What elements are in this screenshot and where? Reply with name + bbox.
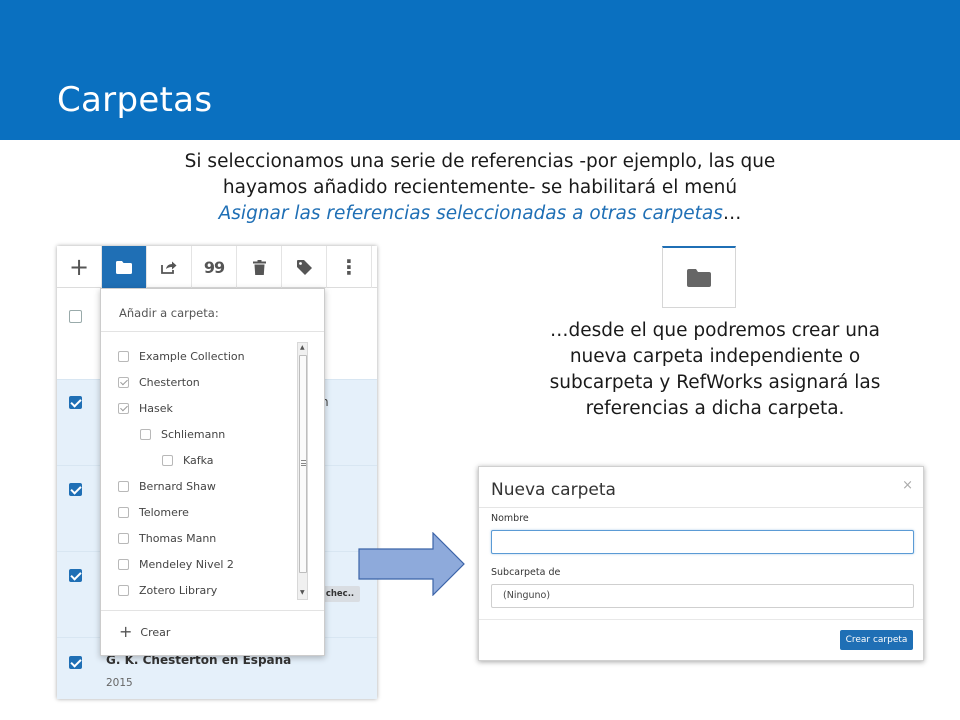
plus-icon: +	[119, 622, 133, 641]
folder-icon	[116, 260, 132, 274]
intro-text: Si seleccionamos una serie de referencia…	[80, 149, 880, 227]
trash-icon	[252, 259, 266, 275]
slide-header: Carpetas	[0, 0, 960, 140]
assign-folder-button[interactable]	[102, 246, 147, 288]
folder-label: Hasek	[139, 401, 173, 415]
folder-label: Example Collection	[139, 349, 245, 363]
row-checkbox[interactable]	[69, 656, 82, 669]
create-folder-label: Crear	[140, 625, 171, 639]
folder-checkbox[interactable]	[140, 428, 151, 440]
folder-button-callout[interactable]	[662, 246, 736, 308]
folder-label: Zotero Library	[139, 583, 218, 597]
menu-name-highlight: Asignar las referencias seleccionadas a …	[218, 203, 723, 224]
scroll-down-arrow-icon[interactable]: ▼	[300, 589, 305, 597]
folder-label: Bernard Shaw	[139, 479, 216, 493]
row-checkbox[interactable]	[69, 483, 82, 496]
create-folder-button[interactable]: + Crear	[119, 622, 171, 641]
intro-line-3: Asignar las referencias seleccionadas a …	[80, 201, 880, 227]
parent-folder-label: Subcarpeta de	[491, 567, 561, 578]
folder-item-mendeley-nivel-2[interactable]: Mendeley Nivel 2	[118, 556, 234, 572]
delete-button[interactable]	[237, 246, 282, 288]
intro-ellipsis: …	[722, 203, 742, 224]
folder-item-schliemann[interactable]: Schliemann	[140, 426, 225, 442]
intro-line-1: Si seleccionamos una serie de referencia…	[184, 151, 776, 172]
scrollbar-thumb[interactable]	[299, 355, 307, 573]
folder-item-example-collection[interactable]: Example Collection	[118, 348, 245, 364]
close-icon[interactable]: ×	[902, 478, 913, 493]
folder-checkbox[interactable]	[162, 454, 173, 466]
folder-list-scrollbar[interactable]: ▲ ▼	[297, 342, 308, 600]
scrollbar-grip-icon	[301, 460, 306, 466]
more-icon: ⋮	[339, 255, 359, 279]
menu-divider	[101, 610, 324, 611]
folder-label: Telomere	[139, 505, 189, 519]
folder-checkbox[interactable]	[118, 532, 129, 544]
reference-list-screenshot: + 99 ⋮ n chec.. G. K. Ches	[57, 246, 377, 699]
folder-checkbox[interactable]	[118, 584, 129, 596]
explanation-line-2: nueva carpeta independiente o	[569, 346, 861, 367]
add-reference-button[interactable]: +	[57, 246, 102, 288]
explanation-line-4: referencias a dicha carpeta.	[585, 398, 845, 419]
cite-button[interactable]: 99	[192, 246, 237, 288]
intro-line-2: hayamos añadido recientemente- se habili…	[222, 177, 738, 198]
row-checkbox[interactable]	[69, 396, 82, 409]
folder-item-chesterton[interactable]: Chesterton	[118, 374, 200, 390]
folder-checkbox[interactable]	[118, 480, 129, 492]
explanation-text: …desde el que podremos crear una nueva c…	[505, 318, 925, 422]
add-icon: +	[68, 253, 90, 281]
tag-button[interactable]	[282, 246, 327, 288]
folder-item-telomere[interactable]: Telomere	[118, 504, 189, 520]
share-icon	[161, 261, 177, 274]
share-button[interactable]	[147, 246, 192, 288]
folder-name-input[interactable]	[491, 530, 914, 554]
parent-folder-select[interactable]: (Ninguno)	[491, 584, 914, 608]
menu-divider	[101, 331, 324, 332]
scroll-up-arrow-icon[interactable]: ▲	[300, 344, 305, 352]
folder-checkbox[interactable]	[118, 376, 129, 388]
explanation-line-3: subcarpeta y RefWorks asignará las	[549, 372, 881, 393]
tag-icon	[296, 259, 312, 275]
folder-item-zotero-library[interactable]: Zotero Library	[118, 582, 217, 598]
slide-title: Carpetas	[57, 80, 213, 120]
reference-year: 2015	[106, 677, 133, 689]
dialog-divider	[479, 619, 923, 620]
more-options-button[interactable]: ⋮	[327, 246, 372, 288]
folder-item-kafka[interactable]: Kafka	[162, 452, 214, 468]
folder-item-bernard-shaw[interactable]: Bernard Shaw	[118, 478, 216, 494]
tag-chip[interactable]: chec..	[320, 586, 360, 602]
folder-checkbox[interactable]	[118, 402, 129, 414]
folder-checkbox[interactable]	[118, 558, 129, 570]
select-all-checkbox[interactable]	[69, 310, 82, 323]
folder-item-hasek[interactable]: Hasek	[118, 400, 173, 416]
folder-label: Chesterton	[139, 375, 200, 389]
folder-label: Mendeley Nivel 2	[139, 557, 234, 571]
dialog-divider	[479, 507, 923, 508]
folder-icon	[687, 268, 711, 287]
folder-checkbox[interactable]	[118, 350, 129, 362]
add-to-folder-menu: Añadir a carpeta: Example Collection Che…	[100, 288, 325, 656]
folder-label: Schliemann	[161, 427, 226, 441]
quote-icon: 99	[203, 257, 225, 277]
reference-toolbar: + 99 ⋮	[57, 246, 377, 288]
row-checkbox[interactable]	[69, 569, 82, 582]
right-arrow-icon	[358, 532, 465, 596]
folder-checkbox[interactable]	[118, 506, 129, 518]
explanation-line-1: …desde el que podremos crear una	[549, 320, 880, 341]
new-folder-dialog: Nueva carpeta × Nombre Subcarpeta de (Ni…	[478, 466, 924, 661]
folder-label: Kafka	[183, 453, 214, 467]
create-folder-submit-button[interactable]: Crear carpeta	[840, 630, 913, 650]
folder-label: Thomas Mann	[139, 531, 217, 545]
folder-item-thomas-mann[interactable]: Thomas Mann	[118, 530, 216, 546]
menu-title: Añadir a carpeta:	[119, 306, 219, 320]
dialog-title: Nueva carpeta	[491, 480, 616, 500]
name-label: Nombre	[491, 513, 529, 524]
